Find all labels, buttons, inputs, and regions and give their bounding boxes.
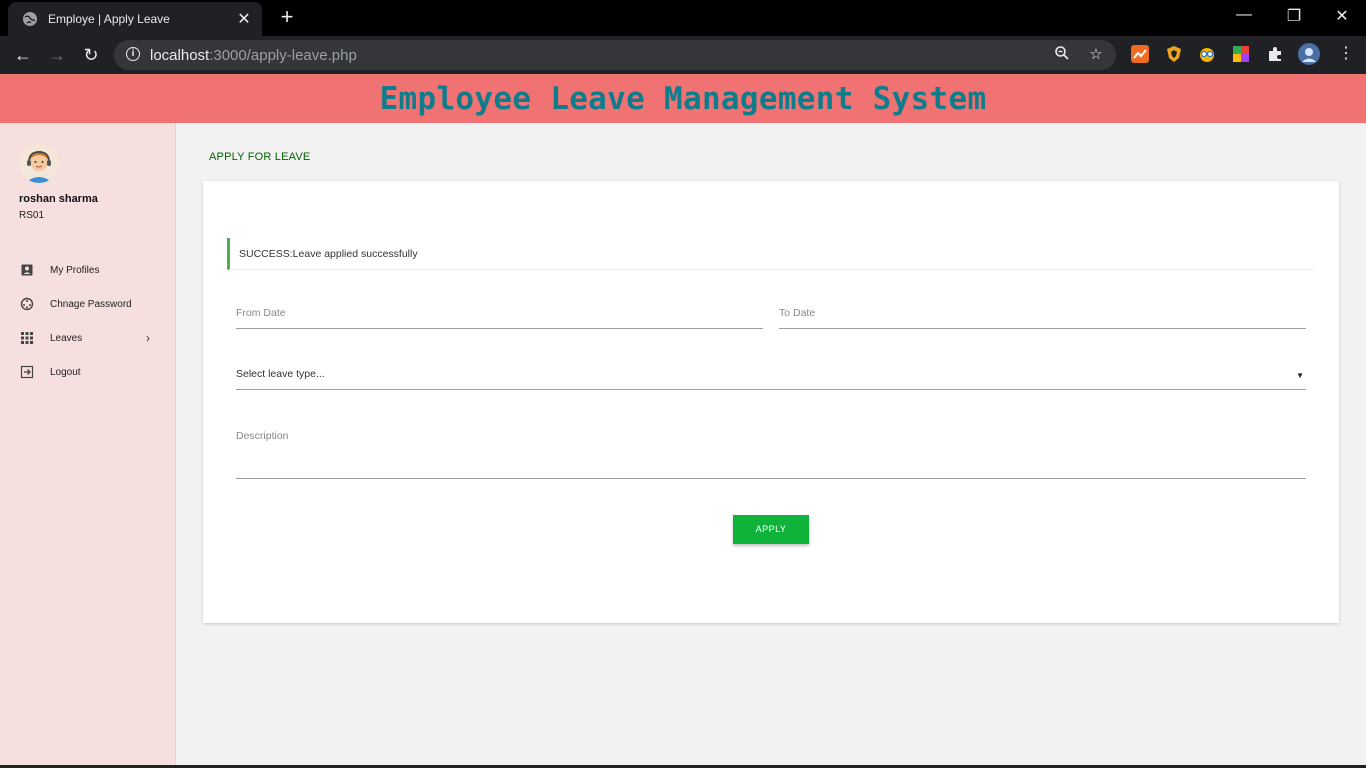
forward-button[interactable]: → xyxy=(46,44,68,66)
to-date-label: To Date xyxy=(779,307,816,319)
description-field[interactable]: Description xyxy=(236,425,1306,479)
success-alert: SUCCESS:Leave applied successfully xyxy=(227,238,1314,270)
app-header: Employee Leave Management System xyxy=(0,74,1366,123)
chevron-right-icon[interactable]: › xyxy=(146,331,150,345)
from-date-field[interactable]: From Date xyxy=(236,299,763,329)
sidebar-item-leaves[interactable]: Leaves › xyxy=(0,324,176,352)
close-window-button[interactable]: ✕ xyxy=(1330,6,1354,26)
to-date-field[interactable]: To Date xyxy=(779,299,1306,329)
site-info-icon[interactable]: i xyxy=(126,47,140,61)
sidebar-item-change-password[interactable]: Chnage Password xyxy=(0,290,176,318)
apps-grid-icon xyxy=(21,332,33,344)
user-name: roshan sharma xyxy=(19,193,98,205)
browser-menu-icon[interactable]: ⋮ xyxy=(1338,45,1354,63)
success-alert-text: SUCCESS:Leave applied successfully xyxy=(239,248,418,260)
account-box-icon xyxy=(21,264,33,276)
new-tab-button[interactable]: + xyxy=(276,6,298,28)
app-title: Employee Leave Management System xyxy=(379,81,987,117)
page-title: APPLY FOR LEAVE xyxy=(209,151,311,163)
globe-icon xyxy=(23,12,37,26)
browser-tab[interactable]: Employe | Apply Leave ✕ xyxy=(8,2,262,36)
minimize-window-button[interactable]: — xyxy=(1232,6,1256,24)
exit-icon xyxy=(20,365,34,379)
sidebar: roshan sharma RS01 My Profiles Chnage Pa… xyxy=(0,123,176,768)
browser-toolbar: ← → ↻ i localhost:3000/apply-leave.php ☆ xyxy=(0,36,1366,74)
close-tab-icon[interactable]: ✕ xyxy=(236,9,252,29)
tab-title: Employe | Apply Leave xyxy=(48,12,170,26)
reload-button[interactable]: ↻ xyxy=(80,44,102,66)
url-text: localhost:3000/apply-leave.php xyxy=(150,47,357,64)
sidebar-item-label: Logout xyxy=(50,366,81,378)
leave-type-selected: Select leave type... xyxy=(236,368,325,380)
url-host: localhost xyxy=(150,47,210,64)
extension-face-icon[interactable] xyxy=(1198,45,1216,63)
sidebar-item-my-profiles[interactable]: My Profiles xyxy=(0,256,176,284)
browser-tab-strip: Employe | Apply Leave ✕ + — ❐ ✕ xyxy=(0,0,1366,36)
extension-chart-icon[interactable] xyxy=(1131,45,1149,63)
extensions-puzzle-icon[interactable] xyxy=(1266,45,1284,63)
leave-type-select[interactable]: Select leave type... ▼ xyxy=(236,361,1306,390)
sidebar-item-logout[interactable]: Logout xyxy=(0,358,176,386)
apply-leave-form-card: SUCCESS:Leave applied successfully From … xyxy=(203,181,1339,623)
description-label: Description xyxy=(236,430,289,442)
apply-button[interactable]: APPLY xyxy=(733,515,809,544)
restore-window-button[interactable]: ❐ xyxy=(1282,6,1306,26)
url-path: :3000/apply-leave.php xyxy=(209,47,357,64)
bookmark-star-icon[interactable]: ☆ xyxy=(1086,45,1106,65)
sidebar-item-label: Chnage Password xyxy=(50,298,132,310)
zoom-icon[interactable] xyxy=(1052,45,1072,65)
user-avatar xyxy=(19,143,59,183)
back-button[interactable]: ← xyxy=(12,44,34,66)
extension-tiles-icon[interactable] xyxy=(1232,45,1250,63)
address-bar[interactable]: i localhost:3000/apply-leave.php ☆ xyxy=(114,40,1116,70)
profile-avatar-icon[interactable] xyxy=(1298,43,1320,65)
from-date-label: From Date xyxy=(236,307,286,319)
sidebar-item-label: My Profiles xyxy=(50,264,100,276)
dropdown-arrow-icon: ▼ xyxy=(1296,371,1304,380)
brave-shield-icon[interactable] xyxy=(1165,45,1183,63)
user-code: RS01 xyxy=(19,210,45,221)
sidebar-item-label: Leaves xyxy=(50,332,83,344)
settings-icon xyxy=(20,297,34,311)
